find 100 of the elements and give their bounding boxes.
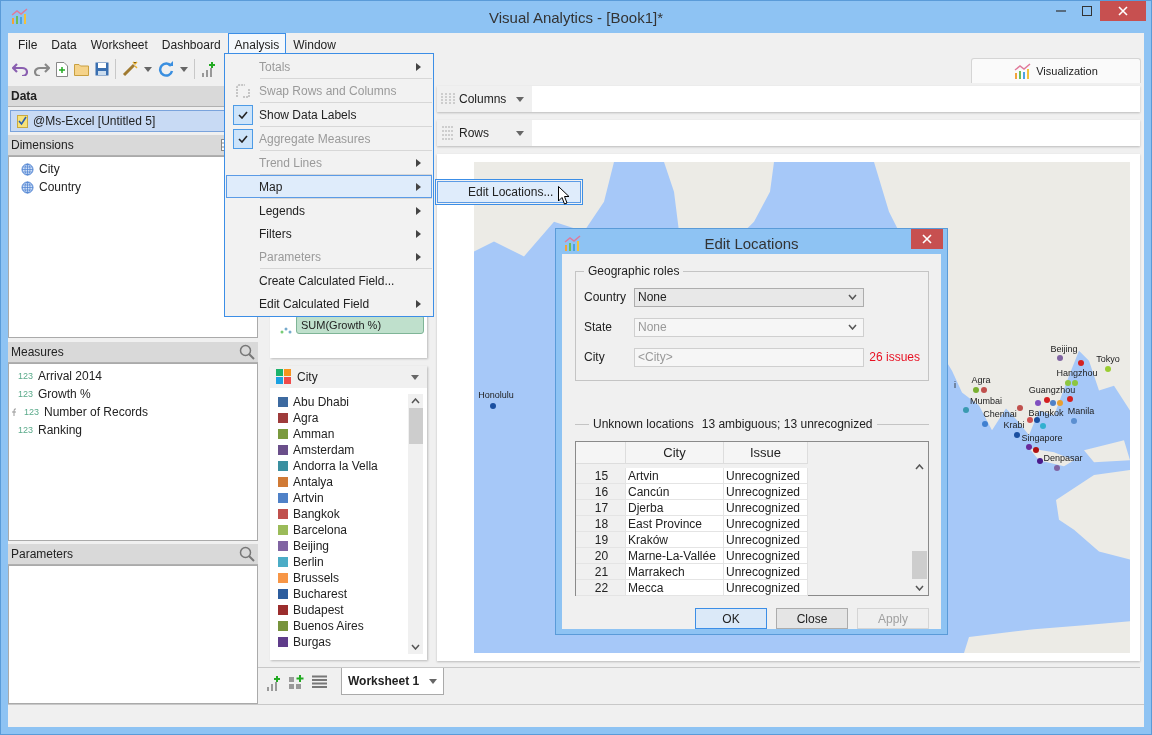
- legend-item[interactable]: Abu Dhabi: [278, 394, 408, 410]
- legend-item[interactable]: Artvin: [278, 490, 408, 506]
- map-pin[interactable]: [1057, 355, 1063, 361]
- caret-icon[interactable]: [411, 374, 419, 380]
- map-pin[interactable]: [1037, 458, 1043, 464]
- menu-bar-item[interactable]: Worksheet: [83, 33, 155, 55]
- map-pin[interactable]: [1044, 397, 1050, 403]
- scrollbar[interactable]: [408, 394, 423, 654]
- caret-icon[interactable]: [516, 96, 524, 102]
- row-number: 15: [576, 468, 626, 484]
- menu-item[interactable]: Legends: [226, 199, 432, 222]
- legend-item[interactable]: Burgas: [278, 634, 408, 650]
- scroll-up-icon[interactable]: [915, 464, 924, 470]
- add-chart-icon[interactable]: [266, 675, 281, 691]
- menu-item[interactable]: Create Calculated Field...: [226, 269, 432, 292]
- undo-icon[interactable]: [12, 62, 28, 76]
- menu-bar-item[interactable]: Analysis: [227, 33, 287, 55]
- visualization-tab[interactable]: Visualization: [971, 58, 1141, 83]
- caret-icon[interactable]: [180, 66, 188, 72]
- add-dashboard-icon[interactable]: [289, 675, 304, 690]
- column-header[interactable]: Issue: [724, 442, 808, 464]
- table-cell: Artvin: [626, 468, 724, 484]
- number-type-label: 123: [16, 389, 33, 399]
- folder-icon[interactable]: [74, 62, 89, 76]
- menu-item[interactable]: Edit Calculated Field: [226, 292, 432, 315]
- sheet-tab[interactable]: Worksheet 1: [341, 668, 445, 695]
- legend-item[interactable]: Budapest: [278, 602, 408, 618]
- map-pin[interactable]: [1014, 432, 1020, 438]
- shelf[interactable]: Columns: [437, 86, 1140, 112]
- menu-item[interactable]: Filters: [226, 222, 432, 245]
- columns-icon: [441, 92, 455, 106]
- section-label: Unknown locations: [593, 417, 694, 431]
- list-icon[interactable]: [312, 675, 327, 688]
- measure-item[interactable]: 123 Growth %: [9, 385, 257, 403]
- map-pin[interactable]: [1033, 447, 1039, 453]
- legend-item[interactable]: Andorra la Vella: [278, 458, 408, 474]
- new-file-icon[interactable]: [56, 61, 68, 77]
- scroll-up-icon[interactable]: [411, 398, 420, 404]
- map-pin[interactable]: [1026, 444, 1032, 450]
- map-pin[interactable]: [1027, 417, 1033, 423]
- city-label: Beijing: [1050, 344, 1078, 354]
- measure-item[interactable]: 123 Arrival 2014: [9, 367, 257, 385]
- legend-item[interactable]: Brussels: [278, 570, 408, 586]
- legend-item[interactable]: Bucharest: [278, 586, 408, 602]
- shelf[interactable]: Rows: [437, 120, 1140, 146]
- legend-item[interactable]: Amman: [278, 426, 408, 442]
- menu-bar-item[interactable]: File: [11, 33, 45, 55]
- search-icon[interactable]: [239, 546, 255, 562]
- legend-item[interactable]: Berlin: [278, 554, 408, 570]
- legend-item[interactable]: Barcelona: [278, 522, 408, 538]
- close-icon: [922, 234, 932, 244]
- search-icon[interactable]: [239, 344, 255, 360]
- scroll-down-icon[interactable]: [915, 585, 924, 591]
- save-icon[interactable]: [95, 62, 109, 76]
- caret-icon[interactable]: [429, 678, 438, 684]
- column-header[interactable]: City: [626, 442, 724, 464]
- map-pin[interactable]: [1034, 417, 1040, 423]
- scroll-thumb[interactable]: [912, 551, 927, 579]
- map-pin[interactable]: [1017, 405, 1023, 411]
- dialog-button[interactable]: Close: [776, 608, 848, 629]
- city-label: i: [954, 380, 956, 390]
- legend-item[interactable]: Agra: [278, 410, 408, 426]
- map-pin[interactable]: [1035, 400, 1041, 406]
- menu-bar-item[interactable]: Window: [286, 33, 343, 55]
- panel-title: Dimensions: [11, 138, 74, 152]
- menu-item[interactable]: Edit Locations...: [437, 181, 581, 203]
- refresh-icon[interactable]: [158, 61, 174, 77]
- legend-item[interactable]: Bangkok: [278, 506, 408, 522]
- table-cell: Unrecognized: [724, 532, 808, 548]
- redo-icon[interactable]: [34, 62, 50, 76]
- city-label: Mumbai: [970, 396, 1002, 406]
- map-pin[interactable]: [981, 387, 987, 393]
- swap-icon: [236, 83, 250, 98]
- close-button[interactable]: [911, 229, 943, 249]
- wand-icon[interactable]: [122, 61, 138, 77]
- dialog-button[interactable]: OK: [695, 608, 767, 629]
- panel-title: Parameters: [11, 547, 74, 561]
- chart-icon: [1014, 63, 1033, 79]
- issues-count: 26 issues: [869, 350, 920, 364]
- scroll-down-icon[interactable]: [848, 294, 857, 300]
- table-cell: Kraków: [626, 532, 724, 548]
- legend-item[interactable]: Buenos Aires: [278, 618, 408, 634]
- add-chart-icon[interactable]: [201, 61, 216, 77]
- menu-bar-item[interactable]: Dashboard: [154, 33, 228, 55]
- measure-item[interactable]: 123 Number of Records: [9, 403, 257, 421]
- legend-item[interactable]: Amsterdam: [278, 442, 408, 458]
- caret-icon[interactable]: [516, 130, 524, 136]
- row-number: 19: [576, 532, 626, 548]
- legend-item[interactable]: Antalya: [278, 474, 408, 490]
- role-dropdown[interactable]: None: [634, 287, 864, 307]
- menu-item[interactable]: Map: [226, 175, 432, 198]
- caret-icon[interactable]: [144, 66, 152, 72]
- close-icon: [1118, 6, 1128, 16]
- row-number: 18: [576, 516, 626, 532]
- map-pin[interactable]: [490, 403, 496, 409]
- measure-item[interactable]: 123 Ranking: [9, 421, 257, 439]
- scroll-thumb[interactable]: [408, 408, 423, 444]
- menu-bar-item[interactable]: Data: [44, 33, 84, 55]
- legend-item[interactable]: Beijing: [278, 538, 408, 554]
- scroll-down-icon[interactable]: [411, 644, 420, 650]
